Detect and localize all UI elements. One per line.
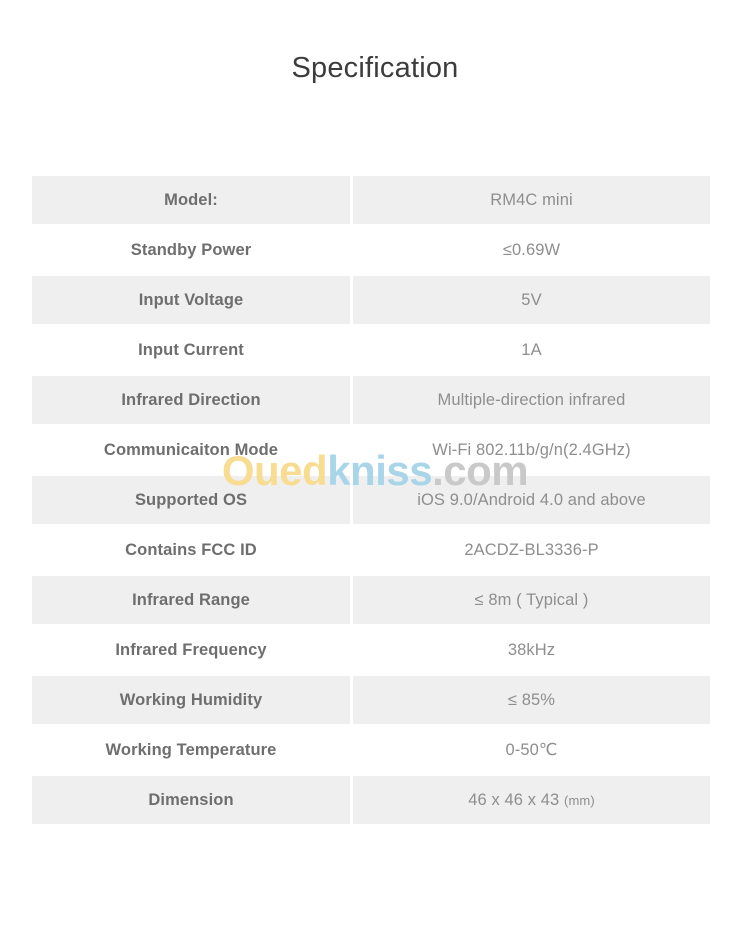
table-row: Infrared Direction Multiple-direction inf…	[32, 376, 710, 426]
spec-label-cell: Infrared Direction	[32, 376, 353, 426]
spec-label-cell: Working Humidity	[32, 676, 353, 726]
spec-label-cell: Communicaiton Mode	[32, 426, 353, 476]
spec-label-cell: Working Temperature	[32, 726, 353, 776]
spec-label-cell: Supported OS	[32, 476, 353, 526]
table-row: Supported OS iOS 9.0/Android 4.0 and abov…	[32, 476, 710, 526]
table-row: Infrared Range ≤ 8m ( Typical )	[32, 576, 710, 626]
table-row: Input Voltage 5V	[32, 276, 710, 326]
spec-value-cell: 1A	[353, 326, 710, 376]
spec-value-cell: ≤ 8m ( Typical )	[353, 576, 710, 626]
table-row: Communicaiton Mode Wi-Fi 802.11b/g/n(2.4G…	[32, 426, 710, 476]
spec-value-cell: Wi-Fi 802.11b/g/n(2.4GHz)	[353, 426, 710, 476]
spec-value-cell: 5V	[353, 276, 710, 326]
spec-label-cell: Dimension	[32, 776, 353, 826]
spec-label-cell: Input Current	[32, 326, 353, 376]
page-title: Specification	[291, 52, 459, 84]
table-row: Input Current 1A	[32, 326, 710, 376]
spec-value-unit: (mm)	[564, 792, 595, 808]
spec-label-cell: Model:	[32, 176, 353, 226]
spec-value-cell: ≤ 85%	[353, 676, 710, 726]
spec-value-cell: iOS 9.0/Android 4.0 and above	[353, 476, 710, 526]
spec-value-cell: 2ACDZ-BL3336-P	[353, 526, 710, 576]
spec-value-cell: 46 x 46 x 43 (mm)	[353, 776, 710, 826]
table-row: Contains FCC ID 2ACDZ-BL3336-P	[32, 526, 710, 576]
spec-label-cell: Infrared Frequency	[32, 626, 353, 676]
spec-value-text: 46 x 46 x 43	[468, 790, 560, 809]
spec-value-cell: Multiple-direction infrared	[353, 376, 710, 426]
table-row: Working Temperature 0-50℃	[32, 726, 710, 776]
spec-value-cell: 0-50℃	[353, 726, 710, 776]
spec-label-cell: Contains FCC ID	[32, 526, 353, 576]
table-row: Working Humidity ≤ 85%	[32, 676, 710, 726]
spec-label-cell: Input Voltage	[32, 276, 353, 326]
table-row: Infrared Frequency 38kHz	[32, 626, 710, 676]
spec-value-cell: RM4C mini	[353, 176, 710, 226]
table-row: Dimension 46 x 46 x 43 (mm)	[32, 776, 710, 826]
spec-label-cell: Infrared Range	[32, 576, 353, 626]
table-row: Standby Power ≤0.69W	[32, 226, 710, 276]
specification-table: Model: RM4C mini Standby Power ≤0.69W Input …	[32, 176, 710, 826]
spec-label-cell: Standby Power	[32, 226, 353, 276]
specification-table-body: Model: RM4C mini Standby Power ≤0.69W Input …	[32, 176, 710, 826]
spec-value-cell: ≤0.69W	[353, 226, 710, 276]
spec-value-cell: 38kHz	[353, 626, 710, 676]
table-row: Model: RM4C mini	[32, 176, 710, 226]
